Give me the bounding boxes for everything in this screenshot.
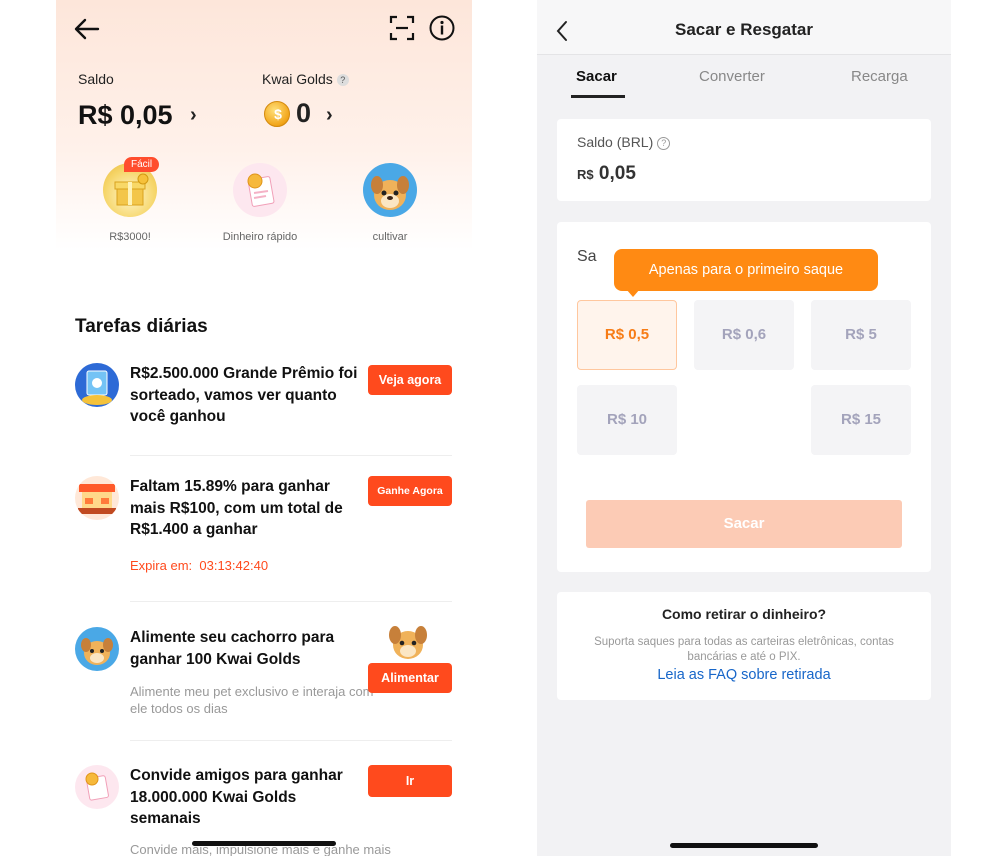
cash-card-icon — [233, 163, 287, 217]
balance-label: Saldo — [78, 71, 114, 87]
task-title: R$2.500.000 Grande Prêmio foi sorteado, … — [130, 365, 358, 425]
golds-label-text: Kwai Golds — [262, 71, 333, 87]
info-icon[interactable] — [428, 14, 456, 42]
first-withdraw-tooltip: Apenas para o primeiro saque — [614, 249, 878, 291]
balance-label-text: Saldo (BRL) — [577, 134, 654, 150]
help-icon[interactable]: ? — [657, 136, 671, 150]
balance-card: Saldo (BRL)? R$ 0,05 — [557, 119, 931, 201]
task-grand-prize: R$2.500.000 Grande Prêmio foi sorteado, … — [75, 363, 455, 443]
help-icon[interactable]: ? — [336, 74, 349, 87]
task-feed-dog: Alimente seu cachorro para ganhar 100 Kw… — [75, 626, 455, 727]
coin-icon — [264, 101, 291, 127]
amount-option[interactable]: R$ 5 — [811, 300, 911, 370]
shortcut-label: R$3000! — [109, 231, 151, 243]
divider — [130, 601, 452, 602]
stall-icon — [75, 476, 119, 520]
prize-icon — [75, 363, 119, 407]
golds-chevron-icon[interactable]: › — [326, 104, 333, 127]
divider — [130, 740, 452, 741]
balance-chevron-icon[interactable]: › — [190, 104, 197, 127]
amount-option[interactable]: R$ 0,6 — [694, 300, 794, 370]
balance-value: R$ 0,05 — [577, 163, 636, 185]
task-title: Alimente seu cachorro para ganhar 100 Kw… — [130, 629, 335, 668]
shortcut-dinheiro-rapido[interactable]: Dinheiro rápido — [210, 163, 310, 244]
shortcut-label: Dinheiro rápido — [222, 231, 298, 243]
balance-value[interactable]: R$ 0,05 — [78, 100, 173, 131]
dog-avatar-icon — [363, 163, 417, 217]
tooltip-tail — [626, 289, 640, 297]
scan-icon[interactable] — [388, 14, 416, 42]
rewards-screen: Saldo R$ 0,05 › Kwai Golds? 0 › R$3000! … — [56, 0, 472, 856]
withdraw-label: Sa — [577, 248, 597, 265]
amount-option[interactable]: R$ 15 — [811, 385, 911, 455]
expire-label: Expira em: — [130, 558, 193, 573]
sacar-button[interactable]: Sacar — [586, 500, 902, 548]
ir-button[interactable]: Ir — [368, 765, 452, 797]
home-indicator — [670, 843, 818, 848]
balance-amount: 0,05 — [598, 163, 636, 184]
currency-symbol: R$ — [577, 167, 594, 182]
how-to-withdraw-card: Como retirar o dinheiro? Suporta saques … — [557, 592, 931, 700]
tab-sacar[interactable]: Sacar — [576, 68, 617, 85]
shortcut-label: cultivar — [372, 231, 408, 243]
home-indicator — [192, 841, 336, 846]
active-tab-indicator — [571, 95, 625, 98]
shortcut-cultivar[interactable]: cultivar — [340, 163, 440, 244]
amount-option[interactable]: R$ 0,5 — [577, 300, 677, 370]
tab-recarga[interactable]: Recarga — [851, 68, 908, 85]
dog-icon — [75, 627, 119, 671]
veja-agora-button[interactable]: Veja agora — [368, 365, 452, 395]
task-description: Alimente meu pet exclusivo e interaja co… — [130, 684, 374, 716]
how-title: Como retirar o dinheiro? — [661, 606, 827, 622]
tab-converter[interactable]: Converter — [699, 68, 765, 85]
shortcut-r3000[interactable]: R$3000! — [80, 163, 180, 244]
golds-value[interactable]: 0 — [296, 98, 311, 129]
faq-link[interactable]: Leia as FAQ sobre retirada — [557, 667, 931, 683]
task-title: Faltam 15.89% para ganhar mais R$100, co… — [130, 478, 343, 538]
alimentar-button[interactable]: Alimentar — [368, 663, 452, 693]
invite-icon — [75, 765, 119, 809]
expire-countdown: 03:13:42:40 — [199, 558, 269, 573]
withdraw-screen: Sacar e Resgatar Sacar Converter Recarga… — [537, 0, 951, 856]
amount-option[interactable]: R$ 10 — [577, 385, 677, 455]
easy-badge: Fácil — [124, 157, 160, 172]
nav-header: Sacar e Resgatar — [537, 0, 951, 55]
golds-label: Kwai Golds? — [262, 71, 349, 87]
ganhe-agora-button[interactable]: Ganhe Agora — [368, 476, 452, 506]
expire-row: Expira em: 03:13:42:40 — [130, 558, 268, 573]
divider — [130, 455, 452, 456]
withdraw-card: Sa Apenas para o primeiro saque R$ 0,5 R… — [557, 222, 931, 572]
page-title: Sacar e Resgatar — [675, 20, 813, 39]
task-title: Convide amigos para ganhar 18.000.000 Kw… — [130, 767, 343, 827]
how-description: Suporta saques para todas as carteiras e… — [594, 636, 894, 663]
section-title: Tarefas diárias — [75, 316, 208, 337]
balance-label: Saldo (BRL)? — [577, 134, 671, 150]
dog-mascot-icon — [389, 626, 427, 659]
back-arrow-icon[interactable] — [72, 14, 102, 44]
